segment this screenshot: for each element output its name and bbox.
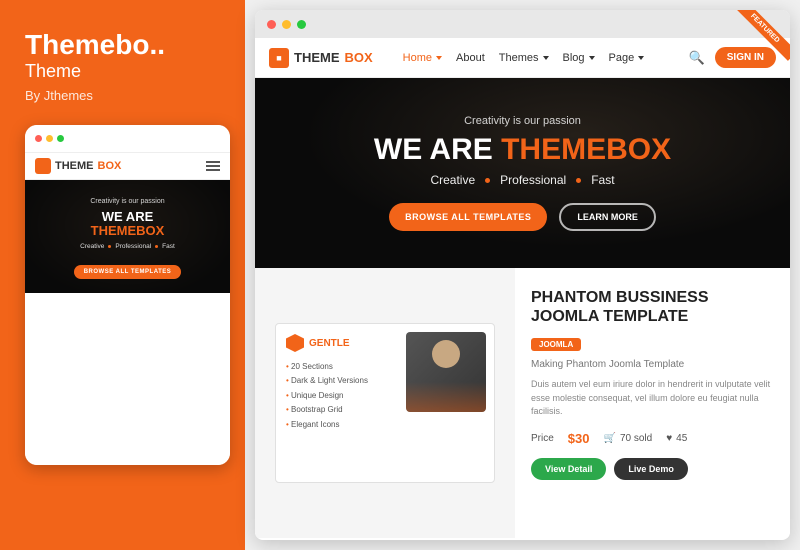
- nav-page[interactable]: Page: [609, 52, 645, 64]
- browser-mockup: ■ THEME BOX Home About Themes Blog Page 🔍…: [255, 10, 790, 540]
- feature-5: Elegant Icons: [286, 418, 484, 432]
- product-section: GENTLE 20 Sections Dark & Light Versions…: [255, 268, 790, 538]
- mobile-tagline-fast: Fast: [162, 243, 175, 250]
- site-logo-theme: THEME: [294, 50, 340, 65]
- mobile-bottom-area: [25, 293, 230, 464]
- browser-minimize-dot[interactable]: [282, 20, 291, 29]
- cart-icon: 🛒: [604, 433, 616, 444]
- mobile-tagline-professional: Professional: [115, 243, 151, 250]
- hero-passion-text: Creativity is our passion: [464, 115, 581, 127]
- browse-templates-button[interactable]: BROWSE ALL TEMPLATES: [389, 203, 547, 231]
- nav-links: Home About Themes Blog Page: [403, 52, 689, 64]
- product-title: PHANTOM BUSSINESS JOOMLA TEMPLATE: [531, 288, 774, 326]
- website-nav: ■ THEME BOX Home About Themes Blog Page 🔍…: [255, 38, 790, 78]
- mobile-logo-theme: THEME: [55, 160, 94, 172]
- price-value: $30: [568, 431, 590, 446]
- action-buttons: View Detail Live Demo: [531, 458, 774, 480]
- gentle-icon: [286, 334, 304, 352]
- likes-count: ♥ 45: [666, 433, 687, 444]
- featured-ribbon: FEATURED: [735, 10, 790, 61]
- sold-count: 🛒 70 sold: [604, 433, 653, 444]
- search-icon[interactable]: 🔍: [689, 50, 705, 66]
- mobile-dot-1: [108, 245, 111, 248]
- site-logo-box: BOX: [345, 50, 373, 65]
- hamburger-icon[interactable]: [206, 161, 220, 171]
- learn-more-button[interactable]: LEARN MORE: [559, 203, 656, 231]
- mobile-window-controls: [35, 135, 64, 142]
- product-description: Duis autem vel eum iriure dolor in hendr…: [531, 378, 774, 419]
- product-card: GENTLE 20 Sections Dark & Light Versions…: [275, 323, 495, 483]
- hero-tagline-fast: Fast: [591, 173, 614, 187]
- hero-headline: WE ARE THEMEBOX: [374, 135, 671, 165]
- hero-tagline-creative: Creative: [430, 173, 475, 187]
- hero-tagline: Creative Professional Fast: [430, 173, 614, 187]
- nav-blog[interactable]: Blog: [563, 52, 595, 64]
- mobile-navbar: THEME BOX: [25, 153, 230, 180]
- hero-content: Creativity is our passion WE ARE THEMEBO…: [374, 115, 671, 231]
- app-author: By Jthemes: [25, 88, 225, 103]
- hero-buttons: BROWSE ALL TEMPLATES LEARN MORE: [389, 203, 656, 231]
- mobile-we-are: WE ARE THEMEBOX: [35, 210, 220, 239]
- browser-maximize-dot[interactable]: [297, 20, 306, 29]
- featured-ribbon-wrapper: FEATURED: [735, 10, 790, 65]
- yellow-dot: [46, 135, 53, 142]
- price-label: Price: [531, 433, 554, 444]
- mobile-dot-2: [155, 245, 158, 248]
- price-row: Price $30 🛒 70 sold ♥ 45: [531, 431, 774, 446]
- browser-close-dot[interactable]: [267, 20, 276, 29]
- page-caret: [638, 56, 644, 60]
- mobile-tagline-creative: Creative: [80, 243, 104, 250]
- mobile-passion-text: Creativity is our passion: [35, 198, 220, 205]
- heart-icon: ♥: [666, 433, 672, 444]
- mobile-logo-icon: [35, 158, 51, 174]
- site-logo: ■ THEME BOX: [269, 48, 373, 68]
- red-dot: [35, 135, 42, 142]
- mobile-tagline: Creative Professional Fast: [35, 243, 220, 250]
- browser-chrome: [255, 10, 790, 38]
- left-panel: Themebo.. Theme By Jthemes THEME BOX Crea…: [0, 0, 245, 550]
- hero-bullet-1: [485, 178, 490, 183]
- themes-caret: [543, 56, 549, 60]
- nav-home[interactable]: Home: [403, 52, 442, 64]
- hero-bullet-2: [576, 178, 581, 183]
- joomla-badge: JOOMLA: [531, 338, 581, 351]
- blog-caret: [589, 56, 595, 60]
- mobile-hero: Creativity is our passion WE ARE THEMEBO…: [25, 180, 230, 294]
- app-title: Themebo..: [25, 30, 225, 61]
- mobile-top-bar: [25, 125, 230, 153]
- view-detail-button[interactable]: View Detail: [531, 458, 606, 480]
- hero-section: Creativity is our passion WE ARE THEMEBO…: [255, 78, 790, 268]
- mobile-browse-button[interactable]: BROWSE ALL TEMPLATES: [74, 265, 182, 279]
- product-subtitle: Making Phantom Joomla Template: [531, 359, 774, 370]
- product-info: FEATURED PHANTOM BUSSINESS JOOMLA TEMPLA…: [515, 268, 790, 538]
- site-logo-icon: ■: [269, 48, 289, 68]
- hero-tagline-professional: Professional: [500, 173, 566, 187]
- product-thumbnail: [406, 332, 486, 412]
- nav-themes[interactable]: Themes: [499, 52, 549, 64]
- mobile-logo-box: BOX: [98, 160, 122, 172]
- app-subtitle: Theme: [25, 61, 225, 82]
- live-demo-button[interactable]: Live Demo: [614, 458, 688, 480]
- mobile-logo: THEME BOX: [35, 158, 121, 174]
- nav-about[interactable]: About: [456, 52, 485, 64]
- person-face: [432, 340, 460, 368]
- green-dot: [57, 135, 64, 142]
- mobile-preview: THEME BOX Creativity is our passion WE AR…: [25, 125, 230, 465]
- product-image-area: GENTLE 20 Sections Dark & Light Versions…: [255, 268, 515, 538]
- home-caret: [436, 56, 442, 60]
